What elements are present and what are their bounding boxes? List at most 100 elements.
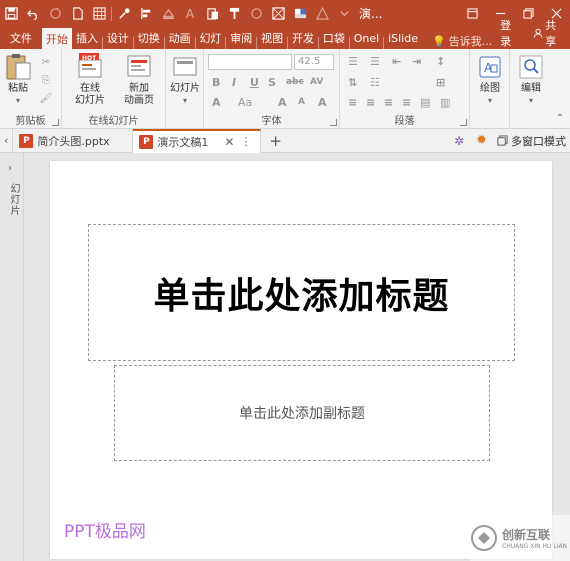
redo-icon[interactable]: [44, 3, 66, 25]
align-text-icon[interactable]: ☷: [370, 76, 380, 89]
shape-outline-icon[interactable]: [245, 3, 267, 25]
decrease-font-icon[interactable]: A: [298, 97, 305, 107]
ribbon-display-icon[interactable]: [458, 0, 486, 27]
group-editing: 编辑 ▾ ⌃: [510, 49, 570, 129]
group-label-paragraph: 段落: [394, 116, 415, 127]
close-tab-icon[interactable]: ✕: [224, 135, 234, 149]
copy-icon[interactable]: ⎘: [38, 73, 54, 87]
side-pane-label[interactable]: 幻灯片: [6, 183, 21, 216]
tab-insert[interactable]: 插入: [72, 27, 102, 49]
bold-icon[interactable]: B: [212, 76, 220, 89]
theme-color-icon[interactable]: [289, 3, 311, 25]
font-name-field[interactable]: [208, 54, 292, 70]
tab-view[interactable]: 视图: [257, 27, 287, 49]
increase-indent-icon[interactable]: ⇥: [412, 55, 421, 68]
tab-design[interactable]: 设计: [103, 27, 133, 49]
editing-button[interactable]: 编辑 ▾: [516, 53, 546, 107]
settings-icon[interactable]: ✹: [470, 133, 493, 148]
format-painter-icon[interactable]: [223, 3, 245, 25]
align-right-icon[interactable]: ≡: [384, 96, 393, 109]
warning-icon[interactable]: [311, 3, 333, 25]
group-paragraph: ☰ ☰ ⇤ ⇥ ↕ ⇅ ☷ ⊞ ≡ ≡ ≡ ≡ ▤ ▥ 段落: [340, 49, 470, 129]
italic-icon[interactable]: I: [232, 76, 236, 89]
increase-font-icon[interactable]: A: [278, 96, 287, 109]
paste-button[interactable]: 粘贴 ▾: [4, 53, 32, 107]
slide-canvas[interactable]: 单击此处添加标题 单击此处添加副标题 PPT极品网: [50, 161, 552, 559]
screenshot-icon[interactable]: [267, 3, 289, 25]
tab-review[interactable]: 审阅: [226, 27, 256, 49]
online-label-2: 幻灯片: [75, 95, 105, 106]
new-animation-page-button[interactable]: 新加 动画页: [116, 53, 162, 107]
eyedropper-icon[interactable]: [113, 3, 135, 25]
columns-icon[interactable]: ▥: [440, 96, 450, 109]
ribbon-tabs: 文件 开始 插入 设计 切换 动画 幻灯 审阅 视图 开发 口袋 Onel iS…: [0, 19, 570, 49]
change-case-icon[interactable]: Aa: [238, 96, 252, 109]
font-color-icon[interactable]: A: [179, 3, 201, 25]
more-icon[interactable]: ⋮: [240, 135, 251, 148]
ribbon-home: 粘贴 ▾ ✂ ⎘ 🖌 剪贴板 HOT 在线 幻灯片 新加 动画页 在线幻灯片 幻…: [0, 49, 570, 129]
clipboard-launcher-icon[interactable]: [52, 119, 59, 126]
drawing-button[interactable]: A 绘图 ▾: [474, 53, 506, 107]
underline-icon[interactable]: U: [250, 76, 259, 89]
expand-pane-icon[interactable]: ›: [8, 163, 12, 174]
multi-window-button[interactable]: 多窗口模式: [493, 133, 570, 149]
login-button[interactable]: 登录: [492, 17, 527, 49]
collapse-ribbon-icon[interactable]: ⌃: [552, 111, 568, 125]
tab-onekey[interactable]: Onel: [350, 27, 383, 49]
tab-islide[interactable]: iSlide: [384, 27, 422, 49]
char-spacing-icon[interactable]: AV: [310, 77, 323, 87]
window-icon: [497, 135, 508, 146]
tab-file[interactable]: 文件: [0, 27, 42, 49]
decrease-indent-icon[interactable]: ⇤: [392, 55, 401, 68]
group-slides: 幻灯片 ▾: [166, 49, 204, 129]
pin-icon[interactable]: ✲: [448, 134, 470, 148]
tab-transitions[interactable]: 切换: [134, 27, 164, 49]
distributed-icon[interactable]: ▤: [420, 96, 430, 109]
online-slides-button[interactable]: HOT 在线 幻灯片: [68, 53, 112, 107]
tab-developer[interactable]: 开发: [288, 27, 318, 49]
tab-pocket[interactable]: 口袋: [319, 27, 349, 49]
align-icon[interactable]: [135, 3, 157, 25]
doc-nav-arrow[interactable]: ‹: [0, 128, 14, 153]
smartart-icon[interactable]: ⊞: [436, 76, 445, 89]
strikethrough-icon[interactable]: abc: [286, 77, 304, 87]
logo-mark-icon: [471, 525, 497, 551]
tell-me-box[interactable]: 💡 告诉我...: [432, 33, 492, 49]
slides-button[interactable]: 幻灯片 ▾: [168, 53, 202, 107]
grid-icon[interactable]: [88, 3, 110, 25]
doc-tab-intro[interactable]: P 简介头图.pptx: [13, 128, 134, 153]
text-direction-icon[interactable]: ⇅: [348, 76, 357, 89]
tab-animations[interactable]: 动画: [165, 27, 195, 49]
line-spacing-icon[interactable]: ↕: [436, 55, 445, 68]
font-launcher-icon[interactable]: [330, 119, 337, 126]
paragraph-launcher-icon[interactable]: [460, 119, 467, 126]
tab-home[interactable]: 开始: [42, 28, 72, 49]
tab-slideshow[interactable]: 幻灯: [195, 27, 225, 49]
justify-icon[interactable]: ≡: [402, 96, 411, 109]
numbering-icon[interactable]: ☰: [370, 55, 380, 68]
bullets-icon[interactable]: ☰: [348, 55, 358, 68]
align-left-icon[interactable]: ≡: [348, 96, 357, 109]
share-button[interactable]: 共享: [527, 17, 570, 49]
undo-icon[interactable]: [22, 3, 44, 25]
online-label-1: 在线: [80, 83, 100, 94]
slide-layout-icon: [171, 53, 199, 81]
font-color-icon[interactable]: A: [212, 96, 221, 109]
shape-fill-icon[interactable]: [157, 3, 179, 25]
new-file-icon[interactable]: [66, 3, 88, 25]
font-size-field[interactable]: 42.5: [294, 54, 334, 70]
new-tab-icon[interactable]: +: [261, 132, 290, 150]
format-painter-icon[interactable]: 🖌: [38, 91, 54, 105]
shadow-icon[interactable]: S: [268, 76, 276, 89]
align-center-icon[interactable]: ≡: [366, 96, 375, 109]
paste-icon[interactable]: [201, 3, 223, 25]
title-placeholder[interactable]: 单击此处添加标题: [88, 224, 515, 361]
logo-cn-text: 创新互联: [502, 528, 551, 542]
doc-tab-presentation1[interactable]: P 演示文稿1 ✕ ⋮: [133, 128, 262, 153]
cut-icon[interactable]: ✂: [38, 55, 54, 69]
clear-format-icon[interactable]: A: [318, 96, 327, 109]
subtitle-placeholder[interactable]: 单击此处添加副标题: [114, 365, 490, 461]
animation-page-icon: [125, 53, 153, 81]
save-icon[interactable]: [0, 3, 22, 25]
more-icon[interactable]: [333, 3, 355, 25]
